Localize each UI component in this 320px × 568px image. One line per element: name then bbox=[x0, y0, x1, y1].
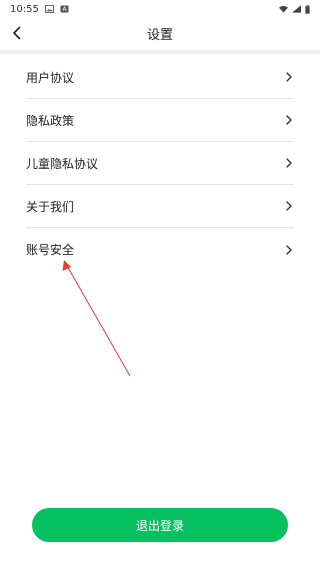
logout-button[interactable]: 退出登录 bbox=[32, 508, 288, 542]
menu-item-privacy-policy[interactable]: 隐私政策 bbox=[26, 99, 294, 142]
chevron-right-icon bbox=[286, 201, 292, 211]
chevron-right-icon bbox=[286, 158, 292, 168]
chevron-right-icon bbox=[286, 115, 292, 125]
menu-item-label: 儿童隐私协议 bbox=[26, 156, 99, 171]
image-icon bbox=[44, 5, 54, 13]
wifi-icon bbox=[279, 5, 288, 13]
menu-item-label: 隐私政策 bbox=[26, 113, 75, 128]
chevron-left-icon bbox=[13, 26, 21, 40]
notification-icon: A bbox=[60, 5, 69, 13]
chevron-right-icon bbox=[286, 244, 292, 255]
app-header: 设置 bbox=[0, 18, 320, 48]
menu-item-user-agreement[interactable]: 用户协议 bbox=[26, 56, 294, 99]
arrow-line bbox=[65, 263, 131, 377]
status-left: 10:55 A bbox=[10, 4, 69, 15]
settings-menu: 用户协议 隐私政策 儿童隐私协议 关于我们 账号安全 bbox=[26, 56, 294, 271]
back-button[interactable] bbox=[6, 22, 28, 44]
signal-icon bbox=[292, 5, 301, 13]
menu-item-label: 账号安全 bbox=[26, 243, 75, 257]
header-divider bbox=[0, 50, 320, 54]
status-time: 10:55 bbox=[10, 3, 39, 15]
menu-item-label: 用户协议 bbox=[26, 70, 75, 85]
menu-item-label: 关于我们 bbox=[26, 199, 75, 214]
status-bar: 10:55 A bbox=[0, 0, 320, 18]
battery-icon bbox=[305, 4, 310, 14]
svg-text:A: A bbox=[62, 6, 67, 13]
menu-item-account-security[interactable]: 账号安全 bbox=[26, 228, 294, 271]
chevron-right-icon bbox=[286, 72, 292, 82]
menu-item-about-us[interactable]: 关于我们 bbox=[26, 185, 294, 228]
status-right bbox=[279, 4, 310, 14]
page-title: 设置 bbox=[146, 27, 173, 43]
menu-item-child-privacy[interactable]: 儿童隐私协议 bbox=[26, 142, 294, 185]
